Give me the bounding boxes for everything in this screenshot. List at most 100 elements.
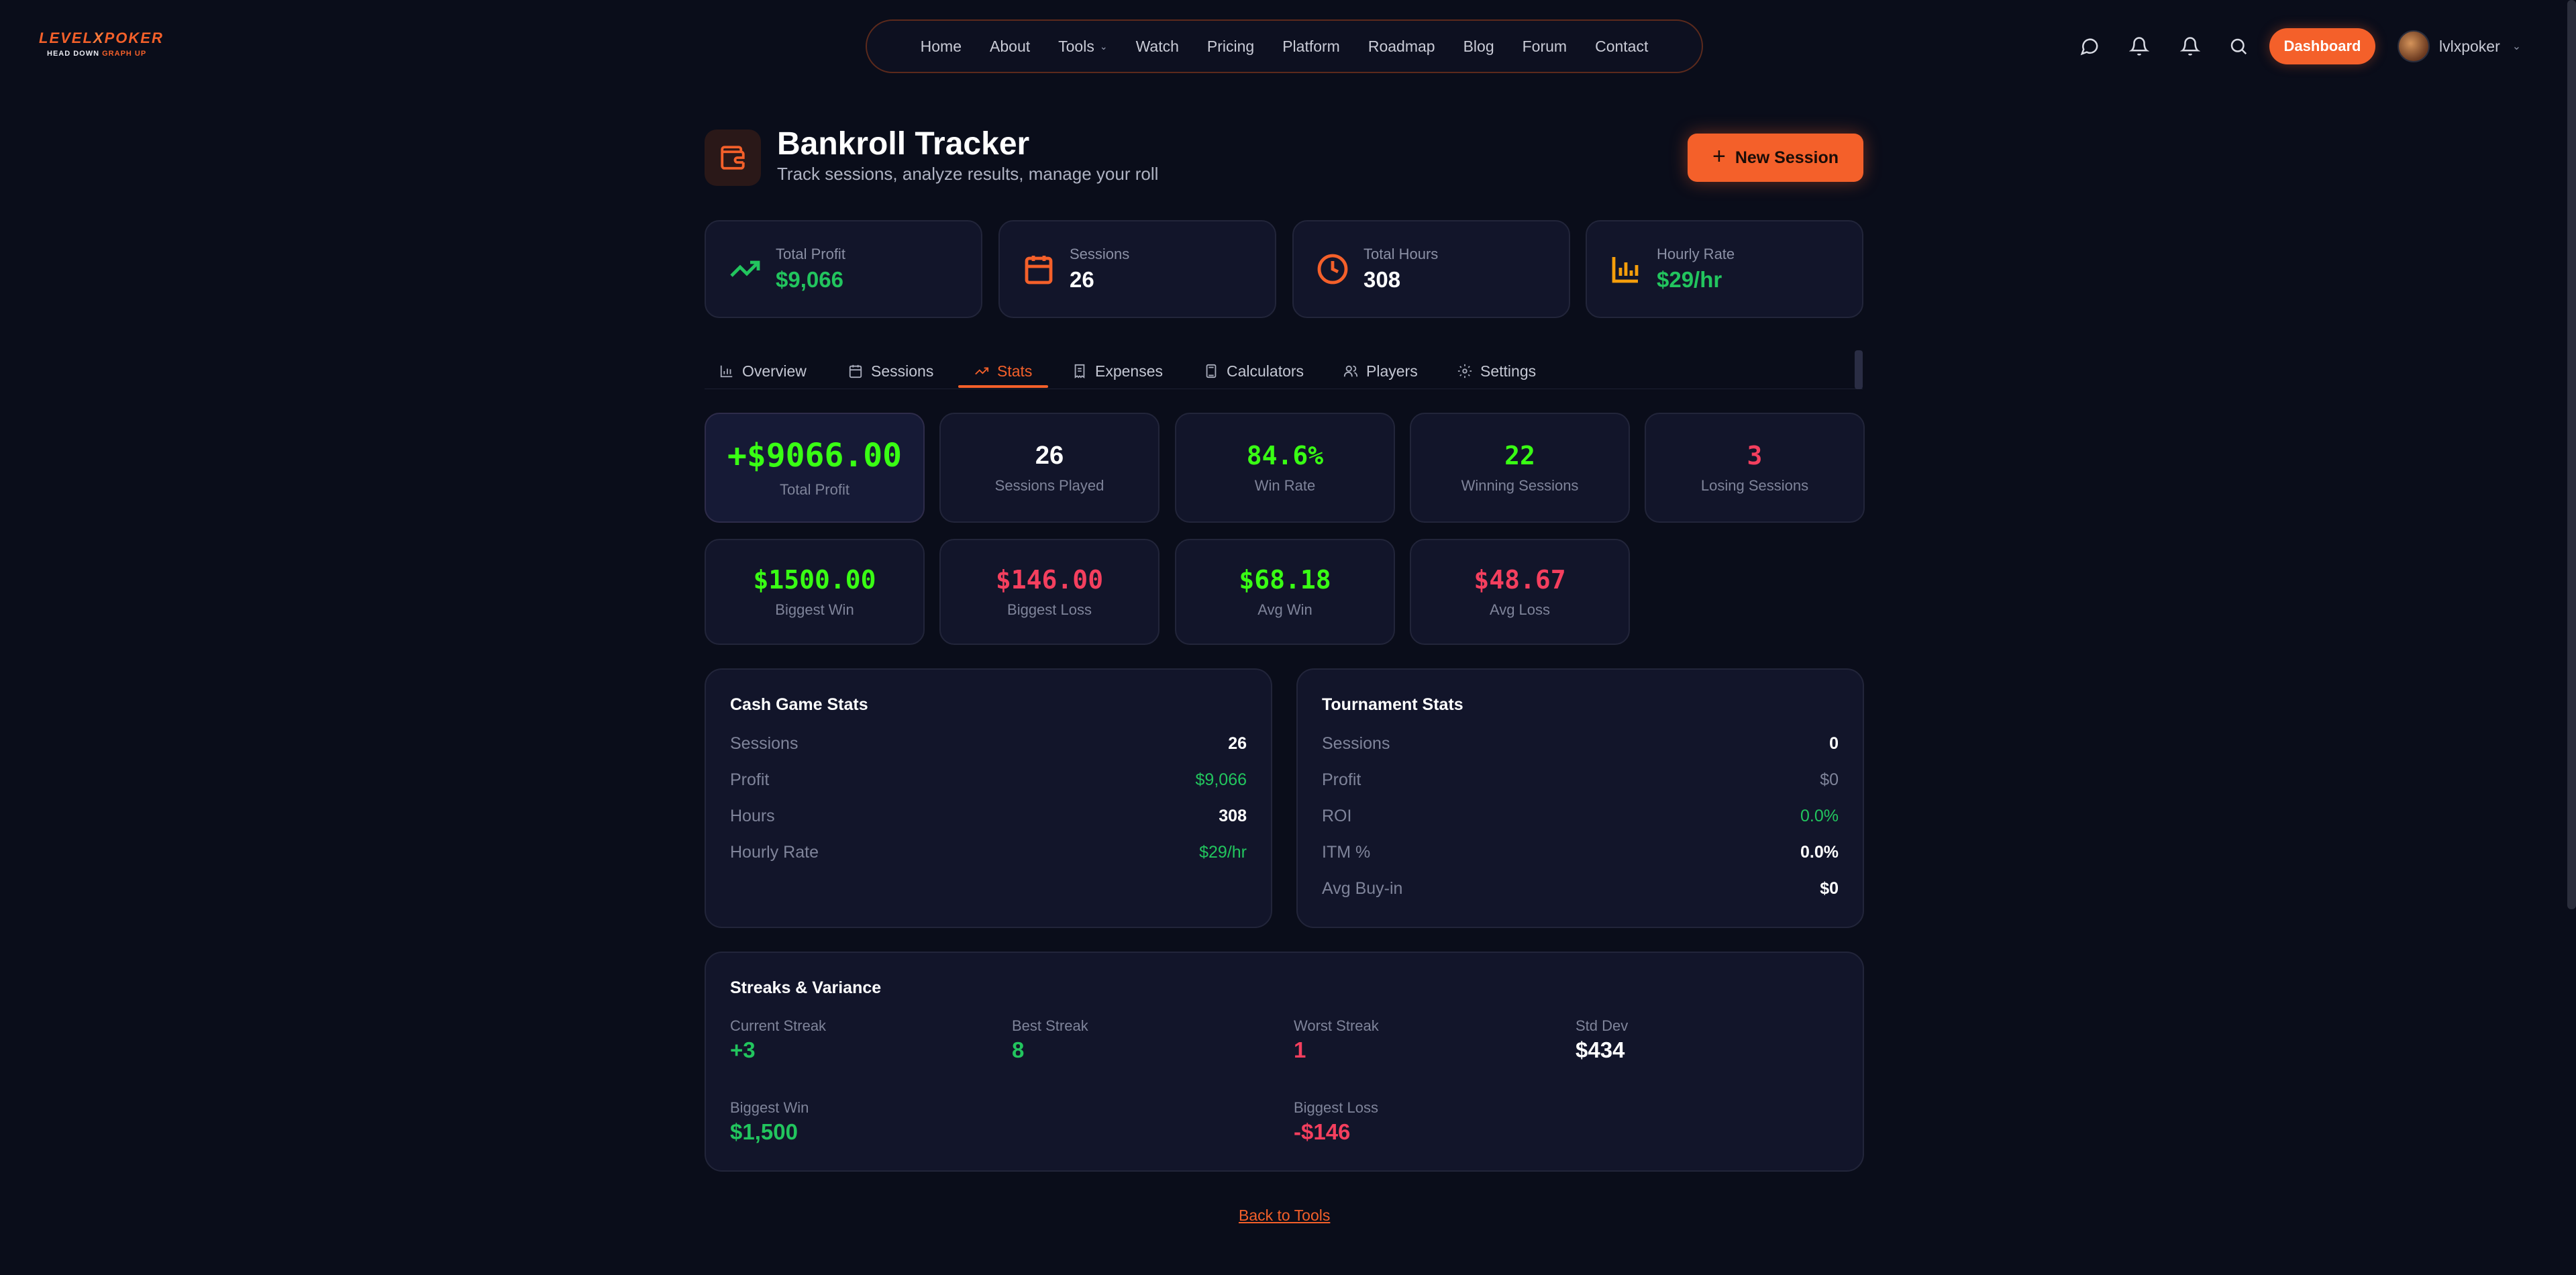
stat-value: $1500.00 [753,565,876,595]
nav-label: About [990,37,1031,55]
logo-tagline-a: HEAD DOWN [47,50,100,58]
worst-streak-value: 1 [1294,1037,1306,1062]
biggest-loss-value: -$146 [1294,1119,1351,1144]
stat-caption: Total Profit [780,481,849,498]
nav-item-roadmap[interactable]: Roadmap [1354,38,1449,56]
tab-players[interactable]: Players [1343,354,1418,388]
stat-tile-winning-sessions: 22 Winning Sessions [1410,413,1630,523]
stat-tile-sessions-played: 26 Sessions Played [939,413,1160,523]
std-dev-value: $434 [1576,1037,1625,1062]
stat-caption: Winning Sessions [1461,477,1579,494]
streaks-variance-panel: Streaks & Variance Current Streak +3 Bes… [705,952,1864,1172]
summary-label: Total Hours [1363,246,1439,262]
tab-bar: Overview Sessions Stats Expenses Calcula… [705,348,1863,389]
nav-item-home[interactable]: Home [907,38,976,56]
tab-scrollbar[interactable] [1855,350,1863,389]
panel-title: Cash Game Stats [730,695,868,714]
stat-caption: Avg Win [1257,601,1312,618]
stat-row-value: 0.0% [1800,843,1839,862]
current-streak-label: Current Streak [730,1017,827,1034]
chevron-down-icon: ⌄ [2512,41,2522,52]
trending-up-icon [975,367,989,375]
tab-expenses[interactable]: Expenses [1072,354,1163,388]
stat-row-label: Hours [730,807,775,825]
calculator-icon [1206,364,1217,378]
nav-label: Home [920,37,962,55]
tab-calculators[interactable]: Calculators [1204,354,1304,388]
stat-caption: Losing Sessions [1700,477,1809,494]
nav-item-forum[interactable]: Forum [1508,38,1581,56]
tab-label: Players [1366,362,1418,380]
nav-label: Contact [1595,37,1649,55]
plus-icon: + [1712,144,1726,169]
tab-overview[interactable]: Overview [719,354,807,388]
nav-item-blog[interactable]: Blog [1449,38,1508,56]
stat-row-value: $0 [1820,879,1839,898]
nav-item-platform[interactable]: Platform [1268,38,1354,56]
tab-label: Overview [742,362,807,380]
tab-settings[interactable]: Settings [1457,354,1536,388]
stat-row-label: Hourly Rate [730,843,819,862]
summary-label: Total Profit [776,246,845,262]
summary-value: 26 [1070,267,1094,292]
username: lvlxpoker [2439,37,2500,55]
nav-item-tools[interactable]: Tools ⌄ [1044,38,1121,56]
stat-caption: Win Rate [1254,477,1316,494]
logo[interactable]: LEVELXPOKER HEAD DOWN GRAPH UP [39,30,164,62]
stat-value: $146.00 [995,565,1104,595]
user-menu[interactable]: lvlxpoker ⌄ [2398,30,2521,63]
bar-chart-icon [1612,257,1639,283]
nav-label: Platform [1282,37,1340,55]
summary-card-hourly-rate: Hourly Rate $29/hr [1586,220,1863,318]
tab-label: Stats [997,362,1033,380]
std-dev-label: Std Dev [1576,1017,1629,1034]
current-streak-value: +3 [730,1037,756,1062]
stat-row-label: Profit [1322,770,1361,789]
stat-tile-total-profit: +$9066.00 Total Profit [705,413,925,523]
search-icon[interactable] [2226,34,2251,58]
clock-icon [1317,254,1348,285]
users-icon [1343,365,1358,377]
stat-value: 22 [1504,441,1535,470]
back-to-tools-link[interactable]: Back to Tools [1239,1207,1330,1225]
stat-tile-biggest-loss: $146.00 Biggest Loss [939,539,1160,645]
summary-value: $9,066 [776,267,843,292]
bar-chart-icon [720,365,733,378]
stat-row-label: Sessions [730,734,798,753]
nav-label: Watch [1135,37,1179,55]
nav-label: Tools [1058,37,1094,55]
dashboard-button[interactable]: Dashboard [2269,28,2375,64]
new-session-button[interactable]: + New Session [1688,134,1863,182]
nav-item-about[interactable]: About [976,38,1044,56]
summary-card-total-hours: Total Hours 308 [1292,220,1570,318]
stat-tile-win-rate: 84.6% Win Rate [1175,413,1395,523]
nav-item-contact[interactable]: Contact [1581,38,1662,56]
bell-icon[interactable] [2178,34,2202,58]
stat-row-label: ROI [1322,807,1352,825]
summary-value: $29/hr [1657,267,1722,292]
summary-card-total-profit: Total Profit $9,066 [705,220,982,318]
stat-row-value: $29/hr [1199,843,1247,862]
nav-item-pricing[interactable]: Pricing [1193,38,1268,56]
stat-row-value: $0 [1820,770,1839,789]
page-scrollbar[interactable] [2567,0,2576,909]
panel-title: Streaks & Variance [730,978,882,997]
stat-tile-avg-win: $68.18 Avg Win [1175,539,1395,645]
tab-sessions[interactable]: Sessions [848,354,933,388]
best-streak-value: 8 [1012,1037,1025,1062]
tournament-stats-panel: Tournament Stats Sessions 0 Profit $0 RO… [1296,668,1864,928]
tab-label: Expenses [1095,362,1164,380]
panel-title: Tournament Stats [1322,695,1463,714]
calendar-icon [849,364,862,378]
nav-item-watch[interactable]: Watch [1122,38,1193,56]
stat-tile-biggest-win: $1500.00 Biggest Win [705,539,925,645]
stat-value: $48.67 [1474,565,1566,595]
bell-icon[interactable] [2127,34,2151,58]
calendar-icon [1025,256,1053,285]
tab-stats[interactable]: Stats [974,354,1032,388]
nav-label: Blog [1463,37,1494,55]
biggest-win-label: Biggest Win [730,1099,809,1116]
logo-text-poker: POKER [104,30,164,46]
chat-icon[interactable] [2077,34,2102,58]
gear-icon [1457,364,1472,378]
